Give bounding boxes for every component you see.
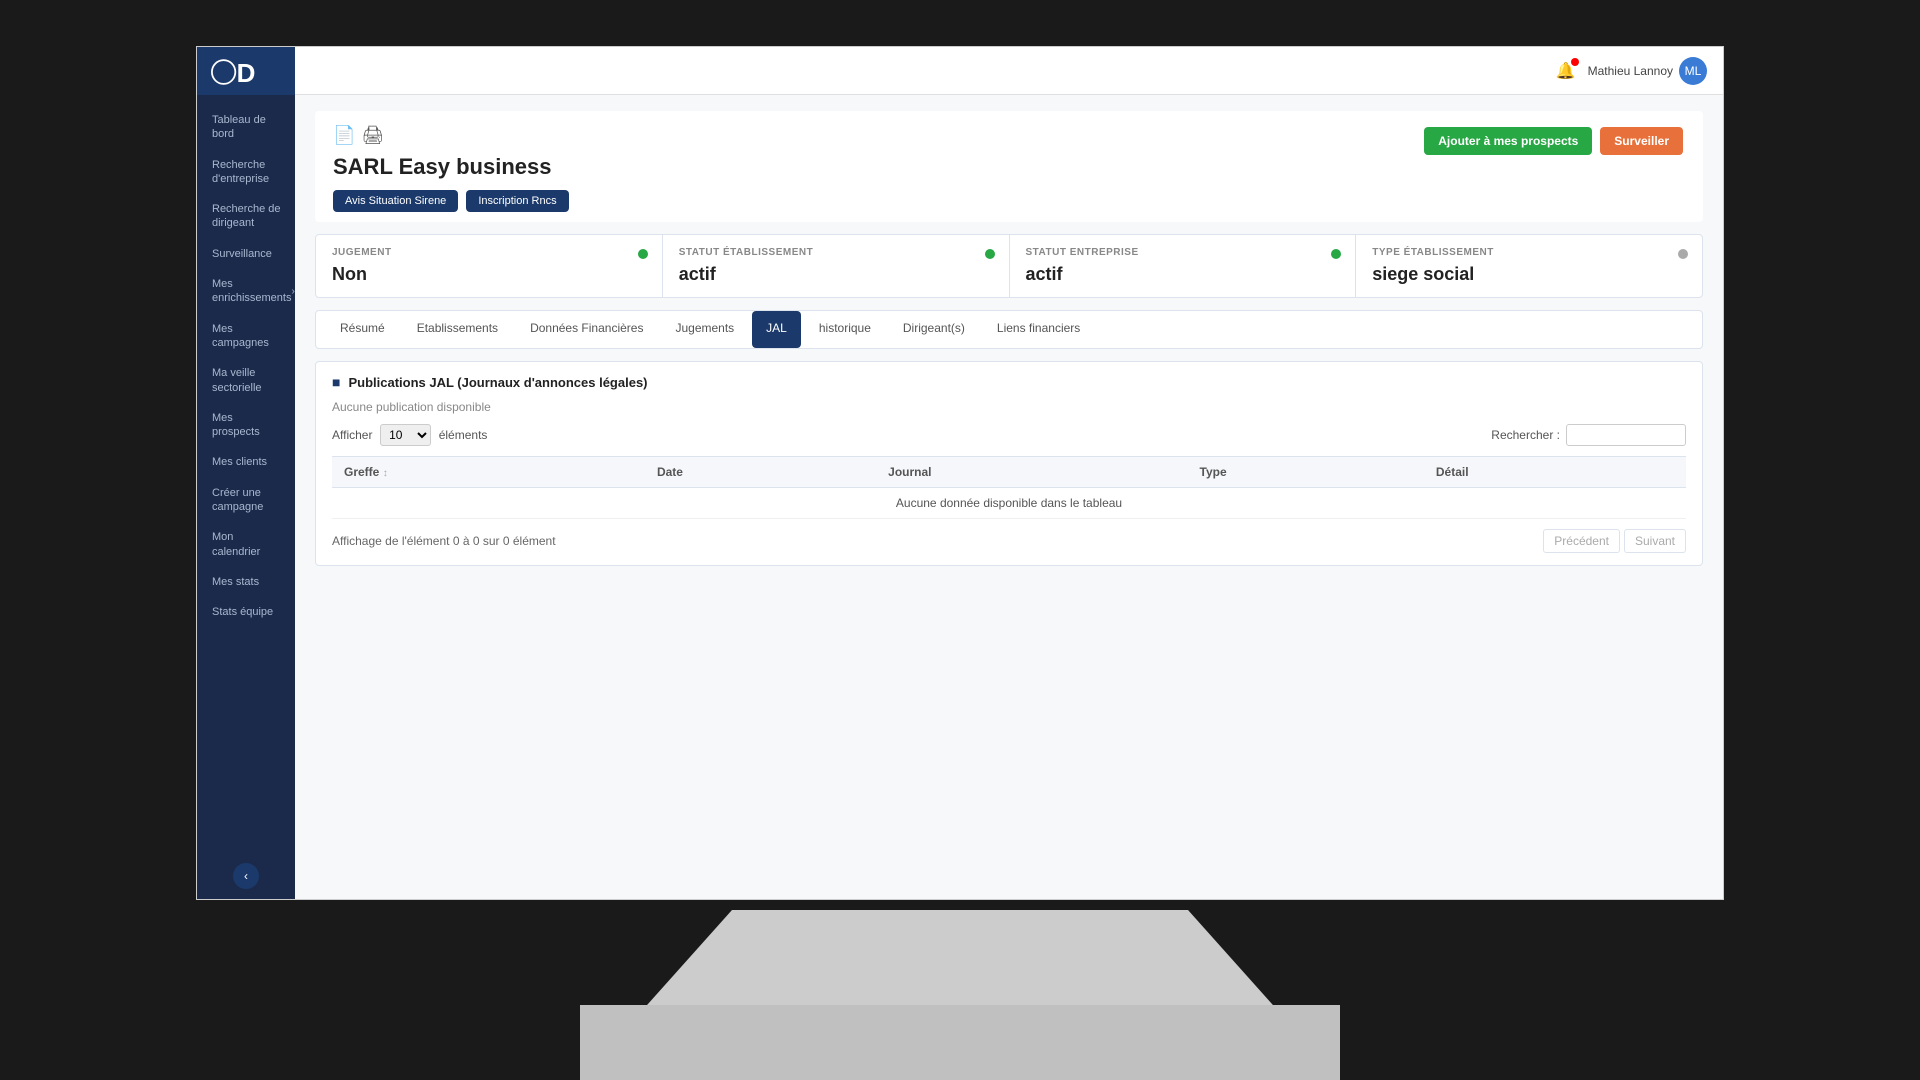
user-name: Mathieu Lannoy: [1588, 64, 1673, 78]
content-body: 📄 🖨 SARL Easy business Avis Situation Si…: [295, 95, 1723, 899]
sidebar-nav: Tableau de bord Recherche d'entreprise R…: [197, 95, 295, 853]
col-detail: Détail: [1424, 457, 1686, 488]
surveiller-button[interactable]: Surveiller: [1600, 127, 1683, 155]
table-empty-message: Aucune donnée disponible dans le tableau: [332, 488, 1686, 519]
sidebar-item-enrichissements[interactable]: Mes enrichissements ›: [197, 269, 295, 314]
status-cards: JUGEMENT Non STATUT ÉTABLISSEMENT actif …: [315, 234, 1703, 298]
tag-buttons: Avis Situation Sirene Inscription Rncs: [333, 190, 1685, 212]
jugement-dot: [638, 249, 648, 259]
sidebar-item-clients[interactable]: Mes clients: [197, 447, 295, 477]
page-header: 📄 🖨 SARL Easy business Avis Situation Si…: [315, 111, 1703, 222]
statut-entreprise-value: actif: [1026, 264, 1340, 285]
notification-button[interactable]: 🔔: [1556, 61, 1576, 81]
table-controls: Afficher 10 25 50 100 éléments Recherche…: [332, 424, 1686, 446]
tab-jugements[interactable]: Jugements: [661, 311, 748, 348]
tab-liens-financiers[interactable]: Liens financiers: [983, 311, 1094, 348]
sidebar-item-recherche-entreprise[interactable]: Recherche d'entreprise: [197, 150, 295, 195]
logo-icon: ⃝D: [237, 53, 256, 90]
tab-resume[interactable]: Résumé: [326, 311, 399, 348]
status-card-jugement: JUGEMENT Non: [316, 235, 663, 297]
sidebar-item-veille[interactable]: Ma veille sectorielle: [197, 358, 295, 403]
avatar: ML: [1679, 57, 1707, 85]
statut-entreprise-label: STATUT ENTREPRISE: [1026, 247, 1340, 258]
company-title: SARL Easy business: [333, 154, 1685, 180]
sidebar-item-surveillance[interactable]: Surveillance: [197, 239, 295, 269]
afficher-select[interactable]: 10 25 50 100: [380, 424, 431, 446]
sidebar-item-campagnes[interactable]: Mes campagnes: [197, 314, 295, 359]
status-card-type-etab: TYPE ÉTABLISSEMENT siege social: [1356, 235, 1702, 297]
next-button[interactable]: Suivant: [1624, 529, 1686, 553]
main-content: 🔔 Mathieu Lannoy ML 📄 🖨: [295, 47, 1723, 899]
rechercher-control: Rechercher :: [1491, 424, 1686, 446]
tab-historique[interactable]: historique: [805, 311, 885, 348]
no-data-message: Aucune publication disponible: [332, 400, 1686, 414]
sidebar-toggle-button[interactable]: ‹: [233, 863, 259, 889]
tab-etablissements[interactable]: Etablissements: [403, 311, 512, 348]
notification-badge-dot: [1571, 58, 1579, 66]
sidebar-item-tableau[interactable]: Tableau de bord: [197, 105, 295, 150]
pagination-buttons: Précédent Suivant: [1543, 529, 1686, 553]
col-date: Date: [645, 457, 876, 488]
display-range-text: Affichage de l'élément 0 à 0 sur 0 éléme…: [332, 534, 556, 548]
section-title-text: Publications JAL (Journaux d'annonces lé…: [348, 375, 647, 390]
sidebar-logo[interactable]: ⃝D: [197, 47, 295, 95]
tab-donnees-financieres[interactable]: Données Financières: [516, 311, 657, 348]
sidebar-item-stats-equipe[interactable]: Stats équipe: [197, 597, 295, 627]
tabs-bar: Résumé Etablissements Données Financière…: [315, 310, 1703, 349]
print-icon: 🖨: [361, 125, 384, 146]
action-buttons-top: Ajouter à mes prospects Surveiller: [1424, 127, 1683, 155]
sidebar: ⃝D Tableau de bord Recherche d'entrepris…: [197, 47, 295, 899]
col-type: Type: [1188, 457, 1424, 488]
avis-situation-button[interactable]: Avis Situation Sirene: [333, 190, 458, 212]
tab-jal[interactable]: JAL: [752, 311, 801, 348]
document-icon: 📄: [333, 125, 355, 146]
jugement-value: Non: [332, 264, 646, 285]
monitor-base: [580, 1005, 1340, 1080]
table-footer: Affichage de l'élément 0 à 0 sur 0 éléme…: [332, 529, 1686, 553]
status-card-statut-etab: STATUT ÉTABLISSEMENT actif: [663, 235, 1010, 297]
statut-etab-dot: [985, 249, 995, 259]
col-journal: Journal: [876, 457, 1187, 488]
statut-etab-value: actif: [679, 264, 993, 285]
statut-entreprise-dot: [1331, 249, 1341, 259]
jugement-label: JUGEMENT: [332, 247, 646, 258]
type-etab-value: siege social: [1372, 264, 1686, 285]
inscription-rncs-button[interactable]: Inscription Rncs: [466, 190, 568, 212]
sidebar-item-creer-campagne[interactable]: Créer une campagne: [197, 478, 295, 523]
data-table: Greffe Date Journal Type: [332, 456, 1686, 519]
statut-etab-label: STATUT ÉTABLISSEMENT: [679, 247, 993, 258]
col-greffe[interactable]: Greffe: [332, 457, 645, 488]
section-title: ■ Publications JAL (Journaux d'annonces …: [332, 374, 1686, 390]
status-card-statut-entreprise: STATUT ENTREPRISE actif: [1010, 235, 1357, 297]
sidebar-item-stats[interactable]: Mes stats: [197, 567, 295, 597]
sidebar-item-calendrier[interactable]: Mon calendrier: [197, 522, 295, 567]
publications-section: ■ Publications JAL (Journaux d'annonces …: [315, 361, 1703, 566]
afficher-control: Afficher 10 25 50 100 éléments: [332, 424, 487, 446]
prev-button[interactable]: Précédent: [1543, 529, 1620, 553]
type-etab-label: TYPE ÉTABLISSEMENT: [1372, 247, 1686, 258]
sidebar-item-recherche-dirigeant[interactable]: Recherche de dirigeant: [197, 194, 295, 239]
table-empty-row: Aucune donnée disponible dans le tableau: [332, 488, 1686, 519]
top-bar: 🔔 Mathieu Lannoy ML: [295, 47, 1723, 95]
add-prospect-button[interactable]: Ajouter à mes prospects: [1424, 127, 1592, 155]
rechercher-input[interactable]: [1566, 424, 1686, 446]
user-info[interactable]: Mathieu Lannoy ML: [1588, 57, 1707, 85]
type-etab-dot: [1678, 249, 1688, 259]
sidebar-item-prospects[interactable]: Mes prospects: [197, 403, 295, 448]
section-icon: ■: [332, 374, 340, 390]
tab-dirigeants[interactable]: Dirigeant(s): [889, 311, 979, 348]
